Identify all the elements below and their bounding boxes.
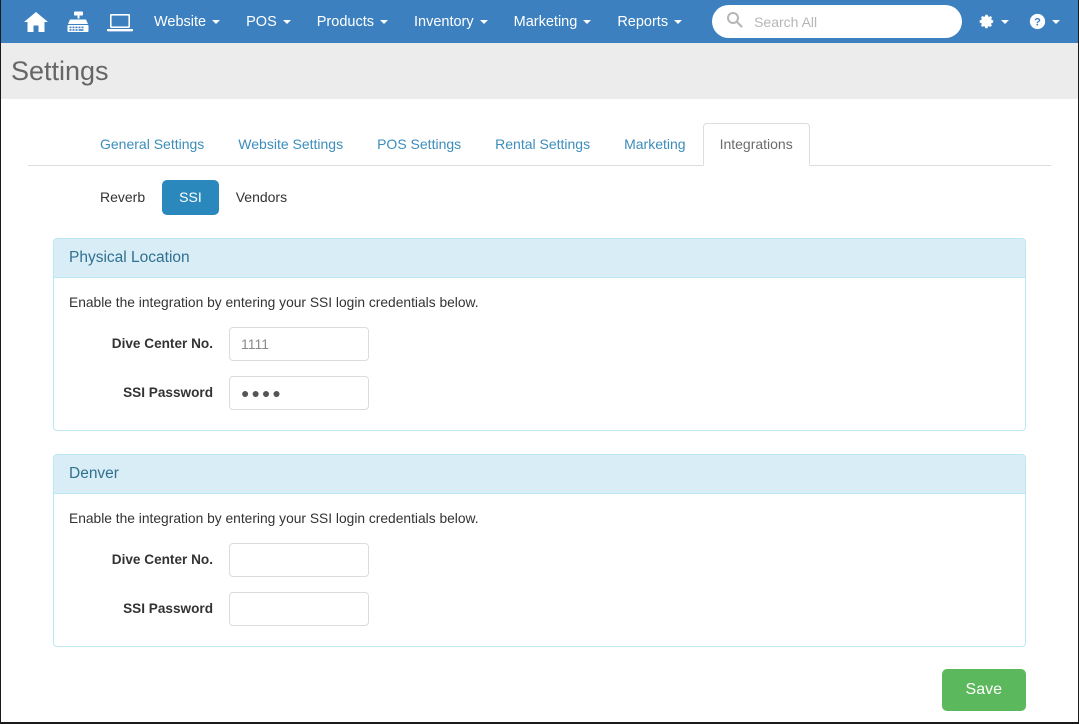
top-navbar: Website POS Products Inventory Marketing… <box>1 0 1078 43</box>
ssi-password-input[interactable] <box>229 375 369 410</box>
form-row-ssi-password: SSI Password <box>69 375 1010 410</box>
nav-menu-pos-label: POS <box>246 13 277 30</box>
form-row-ssi-password: SSI Password <box>69 591 1010 626</box>
tab-general-settings-label: General Settings <box>100 136 205 152</box>
app-window: Website POS Products Inventory Marketing… <box>0 0 1079 724</box>
chevron-down-icon <box>1001 19 1009 24</box>
subtab-reverb-label: Reverb <box>100 189 146 206</box>
chevron-down-icon <box>282 19 291 24</box>
chevron-down-icon <box>583 19 592 24</box>
panel-denver: Denver Enable the integration by enterin… <box>53 453 1026 647</box>
nav-menu-pos[interactable]: POS <box>233 0 304 43</box>
home-icon[interactable] <box>15 0 57 43</box>
page-title: Settings <box>11 55 109 86</box>
page-title-bar: Settings <box>1 43 1078 99</box>
tab-general-settings[interactable]: General Settings <box>83 123 221 166</box>
nav-menu-inventory-label: Inventory <box>413 13 474 30</box>
nav-menu-marketing-label: Marketing <box>513 13 578 30</box>
help-circle-icon[interactable]: ? <box>1019 0 1070 43</box>
settings-tabs: General Settings Website Settings POS Se… <box>28 123 1051 167</box>
ssi-password-input[interactable] <box>229 591 369 626</box>
chevron-down-icon <box>379 19 388 24</box>
tab-rental-settings[interactable]: Rental Settings <box>478 123 607 166</box>
search-icon <box>726 11 743 33</box>
cash-register-icon[interactable] <box>57 0 99 43</box>
nav-menu-reports-label: Reports <box>617 13 669 30</box>
nav-menu-inventory[interactable]: Inventory <box>401 0 501 43</box>
chevron-down-icon <box>1052 19 1060 24</box>
dive-center-no-input[interactable] <box>229 542 369 577</box>
nav-menu-reports[interactable]: Reports <box>604 0 695 43</box>
gear-icon[interactable] <box>968 0 1019 43</box>
panel-description: Enable the integration by entering your … <box>69 294 479 310</box>
tab-website-settings-label: Website Settings <box>238 136 344 152</box>
chevron-down-icon <box>479 19 488 24</box>
laptop-icon[interactable] <box>99 0 141 43</box>
nav-menu-website[interactable]: Website <box>141 0 233 43</box>
subtab-vendors[interactable]: Vendors <box>219 180 304 215</box>
panel-description: Enable the integration by entering your … <box>69 510 479 526</box>
tab-integrations[interactable]: Integrations <box>702 123 810 167</box>
save-button[interactable]: Save <box>941 668 1026 711</box>
search-input[interactable] <box>752 12 949 31</box>
label-ssi-password: SSI Password <box>123 385 213 401</box>
form-row-dive-center-no: Dive Center No. <box>69 326 1010 361</box>
panel-title-physical-location: Physical Location <box>69 248 190 266</box>
subtab-ssi[interactable]: SSI <box>162 180 219 215</box>
svg-text:?: ? <box>1034 16 1041 28</box>
tab-rental-settings-label: Rental Settings <box>495 136 591 152</box>
tab-website-settings[interactable]: Website Settings <box>221 123 360 166</box>
panel-body: Enable the integration by entering your … <box>54 278 1025 430</box>
label-dive-center-no: Dive Center No. <box>111 552 213 568</box>
panel-physical-location: Physical Location Enable the integration… <box>53 237 1026 431</box>
tab-marketing[interactable]: Marketing <box>607 123 702 166</box>
subtab-ssi-label: SSI <box>179 189 202 206</box>
chevron-down-icon <box>212 19 221 24</box>
chevron-down-icon <box>674 19 683 24</box>
nav-menu-website-label: Website <box>154 13 207 30</box>
tab-pos-settings-label: POS Settings <box>377 136 462 152</box>
dive-center-no-input[interactable] <box>229 326 369 361</box>
main-content: General Settings Website Settings POS Se… <box>1 123 1078 711</box>
tab-integrations-label: Integrations <box>719 136 793 152</box>
subtab-reverb[interactable]: Reverb <box>83 180 162 215</box>
nav-menu-marketing[interactable]: Marketing <box>501 0 605 43</box>
form-footer: Save <box>28 647 1051 711</box>
label-dive-center-no: Dive Center No. <box>111 336 213 352</box>
nav-menu-products-label: Products <box>316 13 374 30</box>
integration-subtabs: Reverb SSI Vendors <box>28 180 1051 215</box>
navbar-right-group: ? <box>968 0 1070 43</box>
search-box[interactable] <box>712 5 963 38</box>
panel-header: Physical Location <box>54 238 1025 278</box>
tab-pos-settings[interactable]: POS Settings <box>360 123 478 166</box>
panel-header: Denver <box>54 454 1025 494</box>
panel-title-denver: Denver <box>69 464 119 482</box>
label-ssi-password: SSI Password <box>123 601 213 617</box>
panel-body: Enable the integration by entering your … <box>54 494 1025 646</box>
tab-marketing-label: Marketing <box>624 136 686 152</box>
form-row-dive-center-no: Dive Center No. <box>69 542 1010 577</box>
subtab-vendors-label: Vendors <box>235 189 288 206</box>
nav-menu-products[interactable]: Products <box>304 0 401 43</box>
